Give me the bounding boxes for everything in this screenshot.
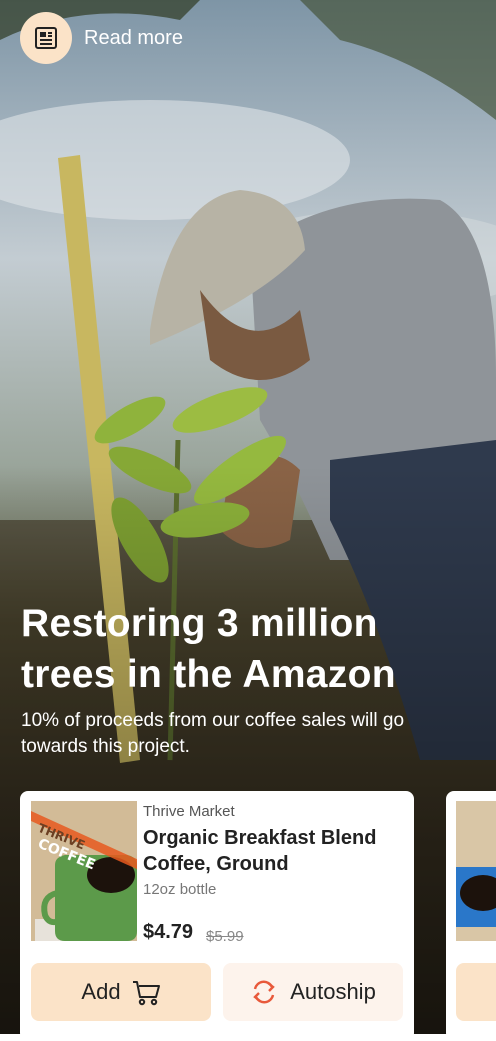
article-icon [20, 12, 72, 64]
read-more-button[interactable]: Read more [20, 12, 183, 64]
hero-headline-line1: Restoring 3 million [21, 602, 378, 645]
product-card[interactable]: THRIVE COFFEE Thrive Market Organic Brea… [20, 791, 414, 1041]
add-to-cart-button[interactable]: Add [31, 963, 211, 1021]
add-to-cart-button-next[interactable] [456, 963, 496, 1021]
product-image-next [456, 801, 496, 941]
product-image: THRIVE COFFEE [31, 801, 141, 941]
cart-icon [132, 981, 160, 1006]
read-more-label: Read more [84, 26, 183, 49]
product-size: 12oz bottle [143, 881, 217, 898]
product-brand: Thrive Market [143, 803, 235, 820]
hero-headline: Restoring 3 million trees in the Amazon [21, 598, 481, 700]
product-card-next[interactable] [446, 791, 496, 1041]
autoship-label: Autoship [290, 979, 376, 1004]
refresh-icon [253, 980, 275, 1004]
add-label: Add [81, 979, 121, 1004]
hero-headline-line2: trees in the Amazon [21, 653, 396, 696]
original-price: $5.99 [206, 928, 244, 945]
product-price: $4.79 [143, 921, 194, 943]
hero-subtitle: 10% of proceeds from our coffee sales wi… [21, 710, 405, 757]
autoship-button[interactable]: Autoship [223, 963, 403, 1021]
product-name[interactable]: Organic Breakfast Blend Coffee, Ground [143, 825, 403, 877]
